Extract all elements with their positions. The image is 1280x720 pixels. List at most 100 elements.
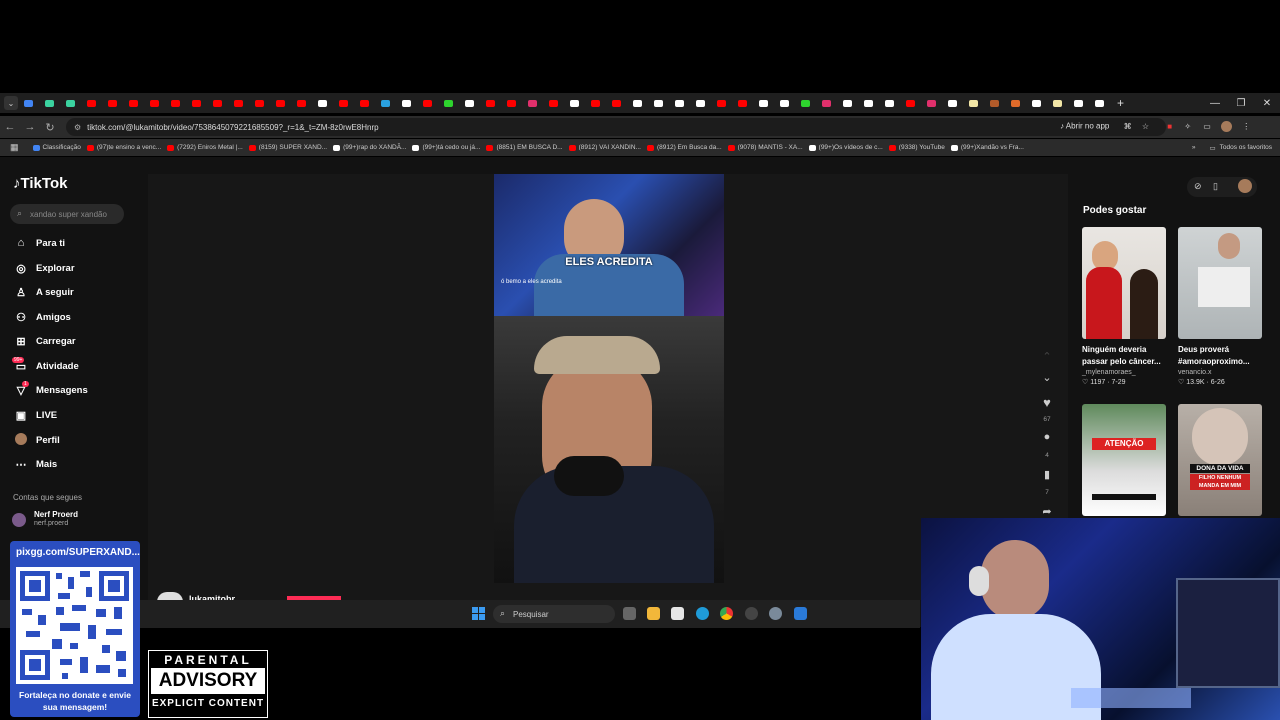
- browser-tab[interactable]: [921, 93, 942, 113]
- settings-icon[interactable]: [769, 607, 782, 620]
- browser-tab[interactable]: [942, 93, 963, 113]
- browser-tab[interactable]: [1005, 93, 1026, 113]
- bookmark-item[interactable]: (7292) Eniros Metal |...: [167, 144, 243, 151]
- browser-tab[interactable]: [585, 93, 606, 113]
- bookmark-item[interactable]: (99+)Os vídeos de c...: [808, 144, 883, 151]
- tab-list-button[interactable]: ⌄: [4, 96, 18, 110]
- nav-carregar[interactable]: ⊞ Carregar: [13, 335, 75, 348]
- bookmark-star-icon[interactable]: ☆: [1142, 122, 1149, 131]
- edge-icon[interactable]: [696, 607, 709, 620]
- browser-tab[interactable]: [711, 93, 732, 113]
- browser-tab[interactable]: [795, 93, 816, 113]
- browser-tab[interactable]: [459, 93, 480, 113]
- suggestion-card[interactable]: ATENÇÃO: [1082, 404, 1166, 516]
- browser-tab[interactable]: [165, 93, 186, 113]
- suggestion-card[interactable]: DONA DA VIDA FILHO NENHUM MANDA EM MIM: [1178, 404, 1262, 516]
- bookmark-item[interactable]: (99+)rap do XANDÃ...: [333, 144, 406, 151]
- split-view-icon[interactable]: ▭: [1203, 122, 1211, 131]
- browser-tab[interactable]: [774, 93, 795, 113]
- browser-tab[interactable]: [501, 93, 522, 113]
- browser-tab[interactable]: [102, 93, 123, 113]
- browser-tab[interactable]: [606, 93, 627, 113]
- bookmark-item[interactable]: (8851) EM BUSCA D...: [486, 144, 563, 151]
- browser-tab[interactable]: [543, 93, 564, 113]
- nav-perfil[interactable]: Perfil: [13, 433, 60, 448]
- browser-tab[interactable]: [816, 93, 837, 113]
- browser-tab[interactable]: [627, 93, 648, 113]
- extensions-icon[interactable]: ✧: [1184, 122, 1191, 131]
- browser-tab[interactable]: [354, 93, 375, 113]
- browser-tab[interactable]: [564, 93, 585, 113]
- bookmark-item[interactable]: (8159) SUPER XAND...: [248, 144, 327, 151]
- bookmark-item[interactable]: (99+)Xandão vs Fra...: [950, 144, 1024, 151]
- taskbar-search[interactable]: ⌕ Pesquisar: [493, 605, 615, 623]
- forward-icon[interactable]: →: [20, 121, 40, 133]
- apps-grid-icon[interactable]: ▦: [10, 142, 19, 153]
- browser-tab[interactable]: [417, 93, 438, 113]
- browser-tab[interactable]: [1026, 93, 1047, 113]
- browser-tab[interactable]: [60, 93, 81, 113]
- address-bar[interactable]: ⚙ tiktok.com/@lukamitobr/video/753864507…: [66, 118, 1166, 136]
- browser-tab[interactable]: [480, 93, 501, 113]
- browser-tab[interactable]: [1089, 93, 1110, 113]
- bookmark-item[interactable]: (9338) YouTube: [888, 144, 945, 151]
- browser-tab[interactable]: [291, 93, 312, 113]
- prev-video-icon[interactable]: ⌃: [1040, 350, 1054, 363]
- restore-button[interactable]: ❐: [1228, 98, 1254, 109]
- browser-menu-icon[interactable]: ⋮: [1242, 122, 1250, 131]
- open-in-app-button[interactable]: ♪ Abrir no app ⌘ ☆ ■ ✧ ▭ ⋮: [1060, 121, 1250, 132]
- browser-tab[interactable]: [1068, 93, 1089, 113]
- profile-avatar-icon[interactable]: [1221, 121, 1233, 132]
- coin-icon[interactable]: ⊘: [1194, 181, 1202, 192]
- browser-tab[interactable]: [228, 93, 249, 113]
- browser-tab[interactable]: [375, 93, 396, 113]
- browser-tab[interactable]: [438, 93, 459, 113]
- nav-explorar[interactable]: ◎ Explorar: [13, 262, 74, 275]
- browser-tab[interactable]: [81, 93, 102, 113]
- bookmark-item[interactable]: (8912) Em Busca da...: [646, 144, 722, 151]
- store-icon[interactable]: [671, 607, 684, 620]
- browser-tab[interactable]: [1047, 93, 1068, 113]
- like-heart-icon[interactable]: ♥: [1040, 395, 1054, 410]
- browser-tab[interactable]: [879, 93, 900, 113]
- site-info-icon[interactable]: ⚙: [74, 123, 81, 132]
- translate-icon[interactable]: ⌘: [1124, 122, 1132, 131]
- browser-tab[interactable]: [333, 93, 354, 113]
- browser-tab[interactable]: [900, 93, 921, 113]
- bookmark-icon[interactable]: ▮: [1040, 468, 1054, 481]
- browser-tab[interactable]: [207, 93, 228, 113]
- nav-mais[interactable]: ⋯ Mais: [13, 458, 58, 471]
- browser-tab[interactable]: [186, 93, 207, 113]
- bookmark-item[interactable]: (9078) MANTIS - XA...: [727, 144, 803, 151]
- browser-tab[interactable]: [39, 93, 60, 113]
- minimize-button[interactable]: —: [1202, 98, 1228, 109]
- comment-icon[interactable]: ●: [1040, 431, 1054, 443]
- bookmark-item[interactable]: (99+)tá cedo ou já...: [412, 144, 480, 151]
- more-bookmarks-icon[interactable]: »: [1192, 144, 1196, 151]
- following-name[interactable]: Nerf Proerd: [34, 510, 78, 519]
- browser-tab[interactable]: [984, 93, 1005, 113]
- close-window-button[interactable]: ✕: [1254, 98, 1280, 109]
- bookmark-item[interactable]: (8912) VAI XANDIN...: [568, 144, 641, 151]
- windows-start-icon[interactable]: [472, 607, 486, 621]
- device-icon[interactable]: ▯: [1213, 181, 1218, 192]
- next-video-icon[interactable]: ⌄: [1040, 371, 1054, 384]
- search-input[interactable]: ⌕ xandao super xandão: [10, 204, 124, 224]
- browser-tab[interactable]: [732, 93, 753, 113]
- browser-tab[interactable]: [690, 93, 711, 113]
- browser-tab[interactable]: [18, 93, 39, 113]
- new-tab-button[interactable]: +: [1110, 93, 1131, 113]
- bookmark-item[interactable]: (97)te ensino a venc...: [86, 144, 161, 151]
- bookmark-item[interactable]: Classificação: [32, 144, 81, 151]
- file-explorer-icon[interactable]: [647, 607, 660, 620]
- nav-amigos[interactable]: ⚇ Amigos: [13, 311, 71, 324]
- browser-tab[interactable]: [753, 93, 774, 113]
- following-avatar[interactable]: [12, 513, 26, 527]
- browser-tab[interactable]: [249, 93, 270, 113]
- suggestion-card[interactable]: Ninguém deveria passar pelo câncer... _m…: [1082, 227, 1166, 386]
- chrome-icon[interactable]: [720, 607, 733, 620]
- nav-para-ti[interactable]: ⌂ Para ti: [13, 237, 65, 249]
- tiktok-logo[interactable]: ♪TikTok: [13, 175, 67, 192]
- browser-tab[interactable]: [270, 93, 291, 113]
- browser-tab[interactable]: [123, 93, 144, 113]
